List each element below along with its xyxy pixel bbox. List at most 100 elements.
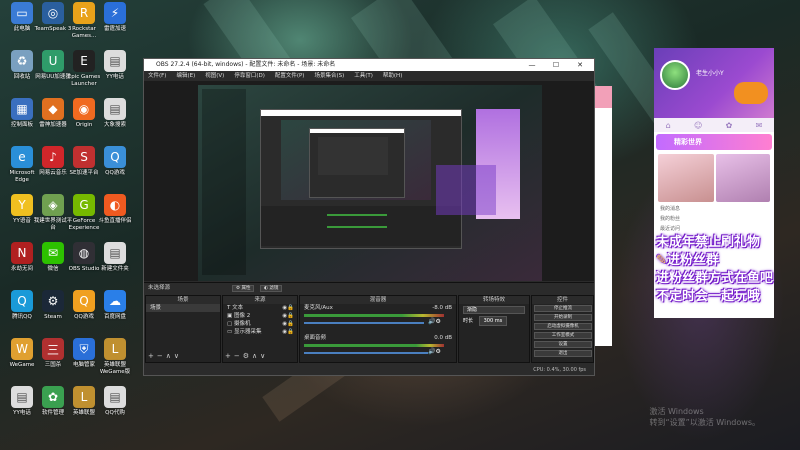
background-browser-window[interactable]	[595, 86, 612, 346]
remove-icon[interactable]: −	[234, 352, 243, 360]
file-icon: ▤	[11, 386, 33, 408]
channel-db: -8.0 dB	[432, 305, 452, 311]
obs-window-title: OBS 27.2.4 (64-bit, windows) - 配置文件: 未命名…	[156, 61, 336, 68]
eye-icon[interactable]: ◉🔒	[282, 328, 297, 336]
up-icon[interactable]: ∧	[166, 352, 174, 360]
menu-my-fans[interactable]: 我的粉丝	[654, 214, 774, 224]
eye-icon[interactable]: ◉🔒	[282, 312, 297, 320]
message-icon[interactable]: ✉	[756, 121, 763, 130]
add-icon[interactable]: +	[225, 352, 234, 360]
wegame-icon: W	[11, 338, 33, 360]
desktop-icon[interactable]: ▤ 新建文件夹	[95, 242, 135, 273]
transition-select[interactable]: 渐隐	[463, 306, 525, 314]
menu-help[interactable]: 帮助(H)	[383, 71, 402, 81]
desktop-icon[interactable]: ▤ QQ代购	[95, 386, 135, 417]
desktop-icon-label: 斗鱼直播伴侣	[98, 218, 132, 224]
lol-icon: L	[73, 386, 95, 408]
menu-profile[interactable]: 配置文件(P)	[275, 71, 305, 81]
scene-controls: +−∧∨	[148, 352, 182, 360]
source-item[interactable]: T 文本 ◉🔒	[223, 304, 297, 312]
minimize-button[interactable]: —	[520, 59, 544, 71]
speaker-icon[interactable]: 🔊⚙	[428, 318, 441, 325]
duration-input[interactable]: 300 ms	[478, 316, 508, 326]
person-icon[interactable]: ☺	[694, 121, 702, 130]
channel-db: 0.0 dB	[434, 335, 452, 341]
file-icon: ▤	[104, 242, 126, 264]
exit-button[interactable]: 退出	[534, 350, 592, 357]
remove-icon[interactable]: −	[157, 352, 166, 360]
menu-my-messages[interactable]: 我的消息	[654, 204, 774, 214]
desktop-icon[interactable]: Q QQ游戏	[95, 146, 135, 177]
desktop-icon-label: 百度网盘	[103, 314, 126, 320]
start-virtual-camera-button[interactable]: 启动虚拟摄像机	[534, 323, 592, 330]
gear-icon[interactable]: ⚙	[243, 352, 252, 360]
properties-button[interactable]: ⚙ 属性	[232, 285, 255, 292]
eye-icon[interactable]: ◉🔒	[282, 304, 297, 312]
overlay-line: 不定时会一起玩哦	[656, 289, 761, 304]
pumpkin-decoration	[734, 82, 768, 104]
channel-name: 桌面音频	[304, 335, 327, 341]
streamer-thumbnail[interactable]	[658, 154, 714, 202]
volume-slider[interactable]	[304, 352, 428, 354]
gear-icon: ⚙	[236, 286, 241, 291]
add-icon[interactable]: +	[148, 352, 157, 360]
obs-preview-area[interactable]	[144, 81, 594, 281]
speaker-icon[interactable]: 🔊⚙	[428, 348, 441, 355]
home-icon[interactable]: ⌂	[666, 121, 671, 130]
start-recording-button[interactable]: 开始录制	[534, 314, 592, 321]
desktop-icon[interactable]: ⚡ 雷霆加速	[95, 2, 135, 33]
menu-view[interactable]: 视图(V)	[205, 71, 224, 81]
desktop-icon-label: 雷霆加速	[103, 26, 126, 32]
up-icon[interactable]: ∧	[252, 352, 260, 360]
preview-canvas[interactable]	[198, 85, 542, 281]
gift-icon[interactable]: ✿	[726, 121, 733, 130]
source-item[interactable]: ▭ 显示器采集 ◉🔒	[223, 328, 297, 336]
menu-tools[interactable]: 工具(T)	[354, 71, 373, 81]
obs-title-bar[interactable]: OBS 27.2.4 (64-bit, windows) - 配置文件: 未命名…	[144, 59, 594, 71]
qq-icon: Q	[11, 290, 33, 312]
menu-recent-visits[interactable]: 最近访问	[654, 224, 774, 234]
source-item[interactable]: ▢ 摄像机 ◉🔒	[223, 320, 297, 328]
volume-slider[interactable]	[304, 322, 424, 324]
maximize-button[interactable]: ☐	[544, 59, 568, 71]
sources-title: 来源	[223, 296, 297, 304]
stop-streaming-button[interactable]: 停止推流	[534, 305, 592, 312]
obs-menu-bar: 文件(F) 编辑(E) 视图(V) 停靠窗口(D) 配置文件(P) 场景集合(S…	[144, 71, 594, 81]
settings-button[interactable]: 设置	[534, 341, 592, 348]
close-button[interactable]: ✕	[568, 59, 592, 71]
sanguosha-icon: 三	[42, 338, 64, 360]
qq-game-icon: Q	[104, 146, 126, 168]
menu-edit[interactable]: 编辑(E)	[176, 71, 195, 81]
stream-app-tabs: ⌂ ☺ ✿ ✉	[654, 118, 774, 132]
desktop-icon[interactable]: ☁ 百度网盘	[95, 290, 135, 321]
desktop-icon[interactable]: ◐ 斗鱼直播伴侣	[95, 194, 135, 225]
desktop-icon-label: QQ代购	[105, 410, 125, 416]
browser-header	[595, 86, 612, 108]
streamer-thumbnail[interactable]	[716, 154, 770, 202]
banner[interactable]: 精彩世界	[656, 134, 772, 150]
studio-mode-button[interactable]: 工作室模式	[534, 332, 592, 339]
leishen-icon: ◆	[42, 98, 64, 120]
watermark-title: 激活 Windows	[649, 407, 704, 416]
desktop-icon[interactable]: ▤ YY电话	[95, 50, 135, 81]
desktop-icon-label: QQ游戏	[105, 170, 125, 176]
source-label: 摄像机	[233, 321, 251, 327]
control-panel-icon: ▦	[11, 98, 33, 120]
scenes-panel: 场景 场景 +−∧∨	[145, 295, 221, 363]
source-item[interactable]: ▣ 图像 2 ◉🔒	[223, 312, 297, 320]
menu-scene-collection[interactable]: 场景集合(S)	[314, 71, 344, 81]
controls-title: 控件	[532, 296, 593, 304]
filters-button[interactable]: ◐ 滤镜	[260, 285, 283, 292]
scene-item[interactable]: 场景	[146, 304, 220, 312]
desktop-icon[interactable]: L 英雄联盟WeGame版	[95, 338, 135, 376]
baidu-disk-icon: ☁	[104, 290, 126, 312]
down-icon[interactable]: ∨	[174, 352, 182, 360]
desktop-icon[interactable]: ▤ 大象搜索	[95, 98, 135, 129]
menu-file[interactable]: 文件(F)	[148, 71, 166, 81]
menu-docks[interactable]: 停靠窗口(D)	[234, 71, 265, 81]
avatar[interactable]	[660, 60, 690, 90]
eye-icon[interactable]: ◉🔒	[282, 320, 297, 328]
obs-window[interactable]: OBS 27.2.4 (64-bit, windows) - 配置文件: 未命名…	[143, 58, 595, 376]
volume-meter	[304, 344, 444, 347]
down-icon[interactable]: ∨	[260, 352, 268, 360]
